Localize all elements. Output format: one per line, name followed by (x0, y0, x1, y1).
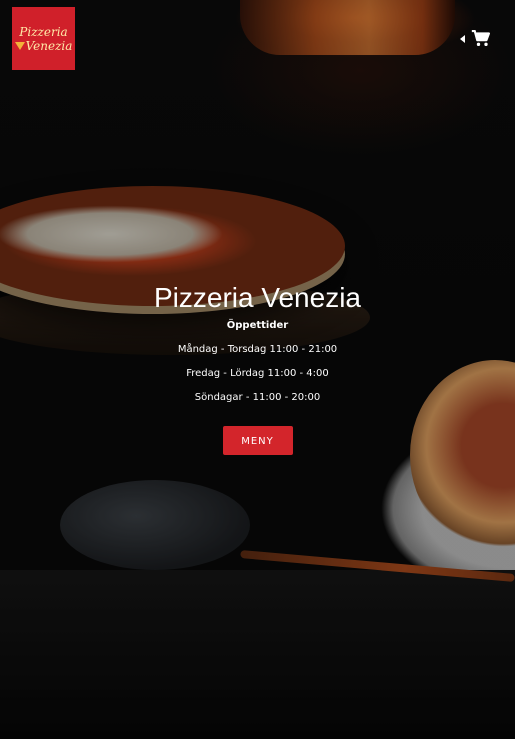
menu-button[interactable]: MENY (222, 426, 293, 455)
logo-text-line1: Pizzeria (19, 24, 68, 39)
hero-title: Pizzeria Venezia (153, 282, 361, 313)
hero-section: Pizzeria Venezia Öppettider Måndag - Tor… (0, 280, 515, 455)
cart-button[interactable] (460, 30, 491, 47)
caret-left-icon (460, 34, 465, 43)
hours-weekdays: Måndag - Torsdag 11:00 - 21:00 (177, 344, 338, 355)
page: Pizzeria Venezia Pizzeria Venezia Öppett… (0, 0, 515, 739)
hours-sunday: Söndagar - 11:00 - 20:00 (194, 392, 321, 403)
hours-friday-saturday: Fredag - Lördag 11:00 - 4:00 (186, 368, 329, 379)
logo-text-line2: Venezia (14, 38, 73, 53)
site-logo[interactable]: Pizzeria Venezia (12, 7, 75, 70)
logo-text-line2-label: Venezia (25, 38, 73, 53)
cart-icon (471, 30, 490, 46)
opening-hours-heading: Öppettider (226, 320, 289, 331)
pizza-slice-icon (14, 42, 25, 50)
